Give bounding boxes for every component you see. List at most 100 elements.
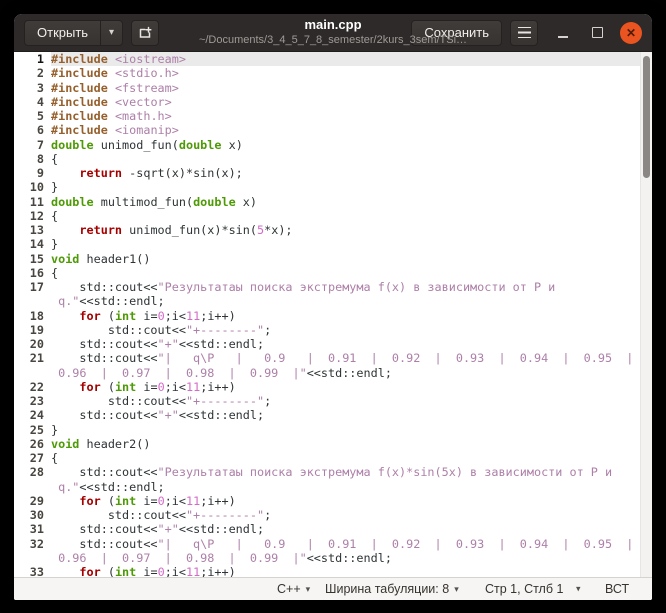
code-line-text: { xyxy=(51,451,640,465)
tab-width-label: Ширина табуляции: 8 xyxy=(325,582,449,596)
code-line-text: #include <iostream> xyxy=(51,52,640,66)
code-line-text: for (int i=0;i<11;i++) xyxy=(51,309,640,323)
code-line: 28 std::cout<<"Результатаы поиска экстре… xyxy=(14,465,640,479)
line-number: 30 xyxy=(14,508,51,522)
code-line-text: std::cout<<"| q\P | 0.9 | 0.91 | 0.92 | … xyxy=(51,351,640,365)
code-line: 16{ xyxy=(14,266,640,280)
code-line: 29 for (int i=0;i<11;i++) xyxy=(14,494,640,508)
chevron-down-icon: ▾ xyxy=(576,584,581,595)
code-line-text: q."<<std::endl; xyxy=(51,294,640,308)
code-line-text: std::cout<<"+"<<std::endl; xyxy=(51,522,640,536)
new-document-button[interactable] xyxy=(131,20,159,46)
language-label: C++ xyxy=(277,582,301,596)
code-line-text: std::cout<<"Результатаы поиска экстремум… xyxy=(51,465,640,479)
minimize-button[interactable] xyxy=(554,24,572,42)
code-line-text: } xyxy=(51,237,640,251)
code-line-text: 0.96 | 0.97 | 0.98 | 0.99 |"<<std::endl; xyxy=(51,551,640,565)
line-number xyxy=(14,551,51,565)
code-line: 13 return unimod_fun(x)*sin(5*x); xyxy=(14,223,640,237)
line-number: 19 xyxy=(14,323,51,337)
maximize-button[interactable] xyxy=(588,24,606,42)
close-button[interactable]: ✕ xyxy=(620,22,642,44)
code-line-text: 0.96 | 0.97 | 0.98 | 0.99 |"<<std::endl; xyxy=(51,366,640,380)
line-number: 28 xyxy=(14,465,51,479)
code-line: 6#include <iomanip> xyxy=(14,123,640,137)
code-line: 19 std::cout<<"+--------"; xyxy=(14,323,640,337)
code-line: 20 std::cout<<"+"<<std::endl; xyxy=(14,337,640,351)
line-number: 26 xyxy=(14,437,51,451)
menu-button[interactable] xyxy=(510,20,538,46)
code-line: 26void header2() xyxy=(14,437,640,451)
code-line: 17 std::cout<<"Результатаы поиска экстре… xyxy=(14,280,640,294)
code-line: 32 std::cout<<"| q\P | 0.9 | 0.91 | 0.92… xyxy=(14,537,640,551)
line-number: 1 xyxy=(14,52,51,66)
code-line-text: q."<<std::endl; xyxy=(51,480,640,494)
titlebar: Открыть ▾ main.cpp ~/Documents/3_4_5_7_8… xyxy=(14,14,652,52)
desktop-background: Открыть ▾ main.cpp ~/Documents/3_4_5_7_8… xyxy=(0,0,666,613)
code-line-text: { xyxy=(51,152,640,166)
code-line: 2#include <stdio.h> xyxy=(14,66,640,80)
window-subtitle: ~/Documents/3_4_5_7_8_semester/2kurs_3se… xyxy=(199,34,467,47)
tab-width-selector[interactable]: Ширина табуляции: 8 ▾ xyxy=(325,582,459,596)
code-line: 5#include <math.h> xyxy=(14,109,640,123)
line-number: 31 xyxy=(14,522,51,536)
code-line: 10} xyxy=(14,180,640,194)
line-number: 15 xyxy=(14,252,51,266)
code-line-text: { xyxy=(51,209,640,223)
code-line: 30 std::cout<<"+--------"; xyxy=(14,508,640,522)
insert-mode-indicator[interactable]: ВСТ xyxy=(605,582,629,596)
hamburger-menu-icon xyxy=(518,27,531,38)
line-number: 32 xyxy=(14,537,51,551)
code-line-text: void header1() xyxy=(51,252,640,266)
line-number: 20 xyxy=(14,337,51,351)
line-number: 18 xyxy=(14,309,51,323)
open-button[interactable]: Открыть xyxy=(24,20,101,46)
code-line-text: #include <iomanip> xyxy=(51,123,640,137)
chevron-down-icon: ▾ xyxy=(454,584,459,595)
code-line: 12{ xyxy=(14,209,640,223)
code-line: 15void header1() xyxy=(14,252,640,266)
editor-window: Открыть ▾ main.cpp ~/Documents/3_4_5_7_8… xyxy=(14,14,652,600)
line-number: 21 xyxy=(14,351,51,365)
code-line: 9 return -sqrt(x)*sin(x); xyxy=(14,166,640,180)
line-number xyxy=(14,366,51,380)
cursor-position[interactable]: Стр 1, Стлб 1 xyxy=(485,582,563,596)
code-line-text: std::cout<<"Результатаы поиска экстремум… xyxy=(51,280,640,294)
window-title: main.cpp xyxy=(199,18,467,33)
code-line-text: std::cout<<"+"<<std::endl; xyxy=(51,337,640,351)
line-number: 16 xyxy=(14,266,51,280)
code-line: 7double unimod_fun(double x) xyxy=(14,138,640,152)
code-line-text: for (int i=0;i<11;i++) xyxy=(51,494,640,508)
line-number: 12 xyxy=(14,209,51,223)
cursor-position-dropdown-button[interactable]: ▾ xyxy=(576,584,581,595)
line-number: 10 xyxy=(14,180,51,194)
line-number: 23 xyxy=(14,394,51,408)
code-area[interactable]: 1#include <iostream>2#include <stdio.h>3… xyxy=(14,52,640,577)
line-number: 9 xyxy=(14,166,51,180)
code-line-text: std::cout<<"+"<<std::endl; xyxy=(51,408,640,422)
code-line-text: #include <fstream> xyxy=(51,81,640,95)
code-line: 25} xyxy=(14,423,640,437)
line-number: 2 xyxy=(14,66,51,80)
code-editor[interactable]: 1#include <iostream>2#include <stdio.h>3… xyxy=(14,52,652,577)
code-line-text: return unimod_fun(x)*sin(5*x); xyxy=(51,223,640,237)
line-number: 24 xyxy=(14,408,51,422)
code-line: 0.96 | 0.97 | 0.98 | 0.99 |"<<std::endl; xyxy=(14,366,640,380)
open-dropdown-button[interactable]: ▾ xyxy=(101,20,123,46)
code-line: 4#include <vector> xyxy=(14,95,640,109)
statusbar: C++ ▾ Ширина табуляции: 8 ▾ Стр 1, Стлб … xyxy=(14,577,652,600)
code-line: 1#include <iostream> xyxy=(14,52,640,66)
code-line: 33 for (int i=0;i<11;i++) xyxy=(14,565,640,577)
line-number: 22 xyxy=(14,380,51,394)
line-number: 13 xyxy=(14,223,51,237)
line-number: 8 xyxy=(14,152,51,166)
open-split-button: Открыть ▾ xyxy=(24,20,123,46)
language-selector[interactable]: C++ ▾ xyxy=(277,582,310,596)
line-number: 17 xyxy=(14,280,51,294)
vertical-scrollbar[interactable] xyxy=(640,52,652,577)
line-number: 7 xyxy=(14,138,51,152)
line-number: 3 xyxy=(14,81,51,95)
maximize-icon xyxy=(592,27,603,38)
scrollbar-thumb[interactable] xyxy=(643,56,650,178)
code-line: q."<<std::endl; xyxy=(14,294,640,308)
